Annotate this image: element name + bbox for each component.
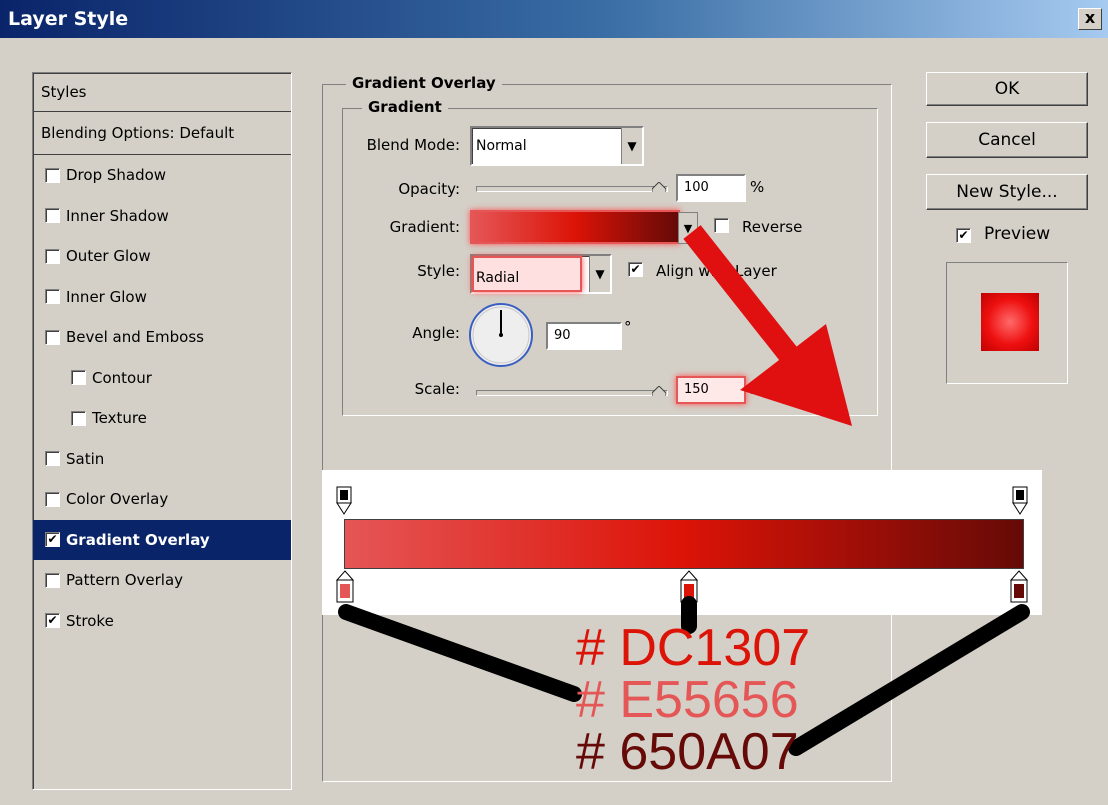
red-arrow-head	[740, 324, 852, 426]
annotation-overlay	[338, 225, 1030, 756]
hex-label-dc1307: # DC1307	[576, 619, 811, 677]
hex-label-650a07: # 650A07	[576, 723, 799, 781]
callout-line-left	[338, 604, 582, 702]
callout-line-right	[788, 604, 1030, 756]
hex-label-e55656: # E55656	[576, 671, 799, 729]
red-arrow-shaft	[683, 225, 799, 363]
